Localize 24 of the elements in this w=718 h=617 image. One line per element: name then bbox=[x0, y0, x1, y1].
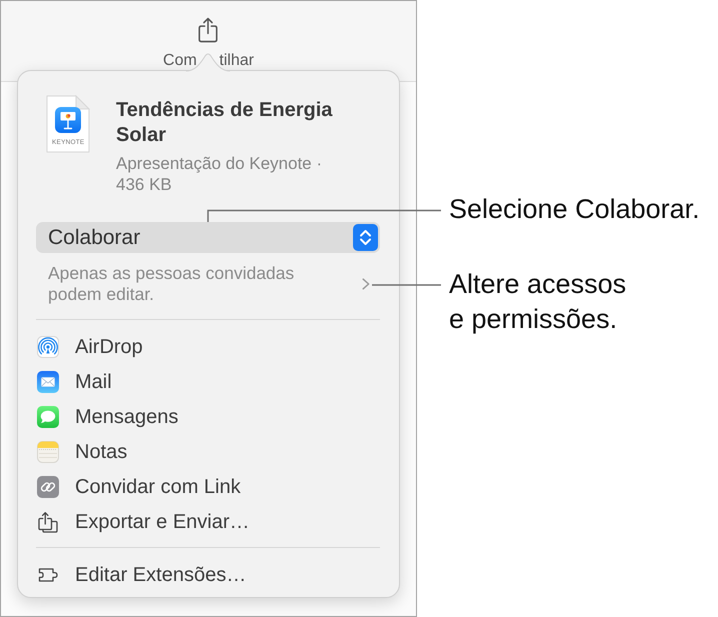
share-option[interactable]: Exportar e Enviar… bbox=[36, 504, 250, 540]
share-option[interactable]: Convidar com Link bbox=[36, 470, 241, 504]
document-title: Tendências de Energia Solar bbox=[116, 98, 334, 148]
export-icon bbox=[37, 511, 59, 533]
chevron-right-icon bbox=[362, 278, 370, 290]
envelope-icon bbox=[37, 371, 59, 393]
callout-text: Selecione Colaborar. bbox=[449, 193, 700, 226]
share-option[interactable]: AirDrop bbox=[36, 330, 143, 364]
airdrop-icon bbox=[37, 336, 59, 358]
speech-bubble-icon bbox=[37, 406, 59, 428]
share-option[interactable]: Mensagens bbox=[36, 400, 178, 434]
callout-text: Altere acessos e permissões. bbox=[449, 268, 626, 336]
link-icon bbox=[37, 476, 59, 498]
stepper-icon bbox=[353, 224, 378, 251]
document-subtitle: Apresentação do Keynote · 436 KB bbox=[116, 152, 324, 194]
share-option[interactable]: Notas bbox=[36, 434, 128, 470]
notepad-icon bbox=[37, 441, 59, 463]
share-button[interactable]: Com tilhar bbox=[163, 17, 254, 69]
edit-extensions-item[interactable]: Editar Extensões… bbox=[36, 558, 246, 592]
share-option[interactable]: Mail bbox=[36, 364, 112, 400]
share-icon bbox=[197, 17, 220, 43]
access-mode-dropdown[interactable]: Colaborar bbox=[36, 222, 380, 253]
keynote-document-icon bbox=[46, 95, 90, 153]
leader-line bbox=[372, 284, 441, 286]
